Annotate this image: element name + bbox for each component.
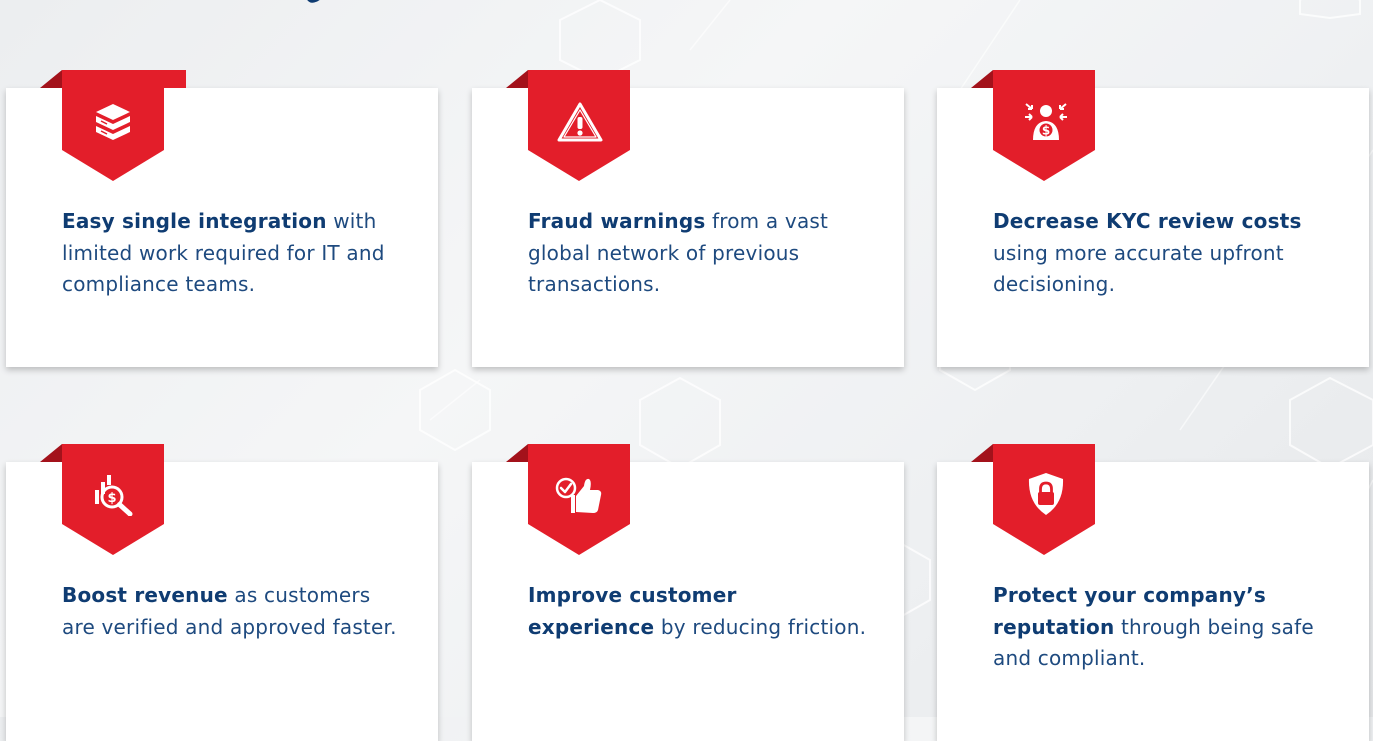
- feature-card-fraud: Fraud warnings from a vast global networ…: [472, 70, 904, 367]
- card-description: Fraud warnings from a vast global networ…: [528, 206, 868, 301]
- thumbs-up-check-icon: [555, 477, 602, 513]
- revenue-search-icon: $: [95, 475, 133, 516]
- card-highlight: Easy single integration: [62, 209, 327, 233]
- feature-card-experience: Improve customer experience by reducing …: [472, 444, 904, 741]
- heading-fragment: [307, 0, 320, 3]
- card-description: Decrease KYC review costs using more acc…: [993, 206, 1333, 301]
- card-rest: by reducing friction.: [660, 614, 867, 639]
- person-dollar-icon: $: [1025, 103, 1067, 140]
- card-highlight: Boost revenue: [62, 583, 228, 607]
- card-highlight: Fraud warnings: [528, 209, 706, 233]
- feature-card-reputation: Protect your company’s reputation throug…: [937, 444, 1369, 741]
- feature-card-kyc: $ Decrease KYC review costs using more a…: [937, 70, 1369, 367]
- card-highlight: Decrease KYC review costs: [993, 209, 1302, 233]
- card-rest: using more accurate upfront decisioning.: [993, 240, 1284, 297]
- warning-triangle-icon: [557, 102, 603, 142]
- server-stack-icon: [96, 104, 130, 140]
- feature-card-integration: Easy single integration with limited wor…: [6, 70, 438, 367]
- card-description: Protect your company’s reputation throug…: [993, 580, 1333, 675]
- svg-text:$: $: [107, 491, 116, 506]
- svg-text:$: $: [1042, 124, 1050, 138]
- card-description: Improve customer experience by reducing …: [528, 580, 868, 643]
- shield-lock-icon: [1028, 473, 1064, 515]
- card-description: Easy single integration with limited wor…: [62, 206, 402, 301]
- feature-card-revenue: $ Boost revenue as customers are verifie…: [6, 444, 438, 741]
- card-description: Boost revenue as customers are verified …: [62, 580, 402, 643]
